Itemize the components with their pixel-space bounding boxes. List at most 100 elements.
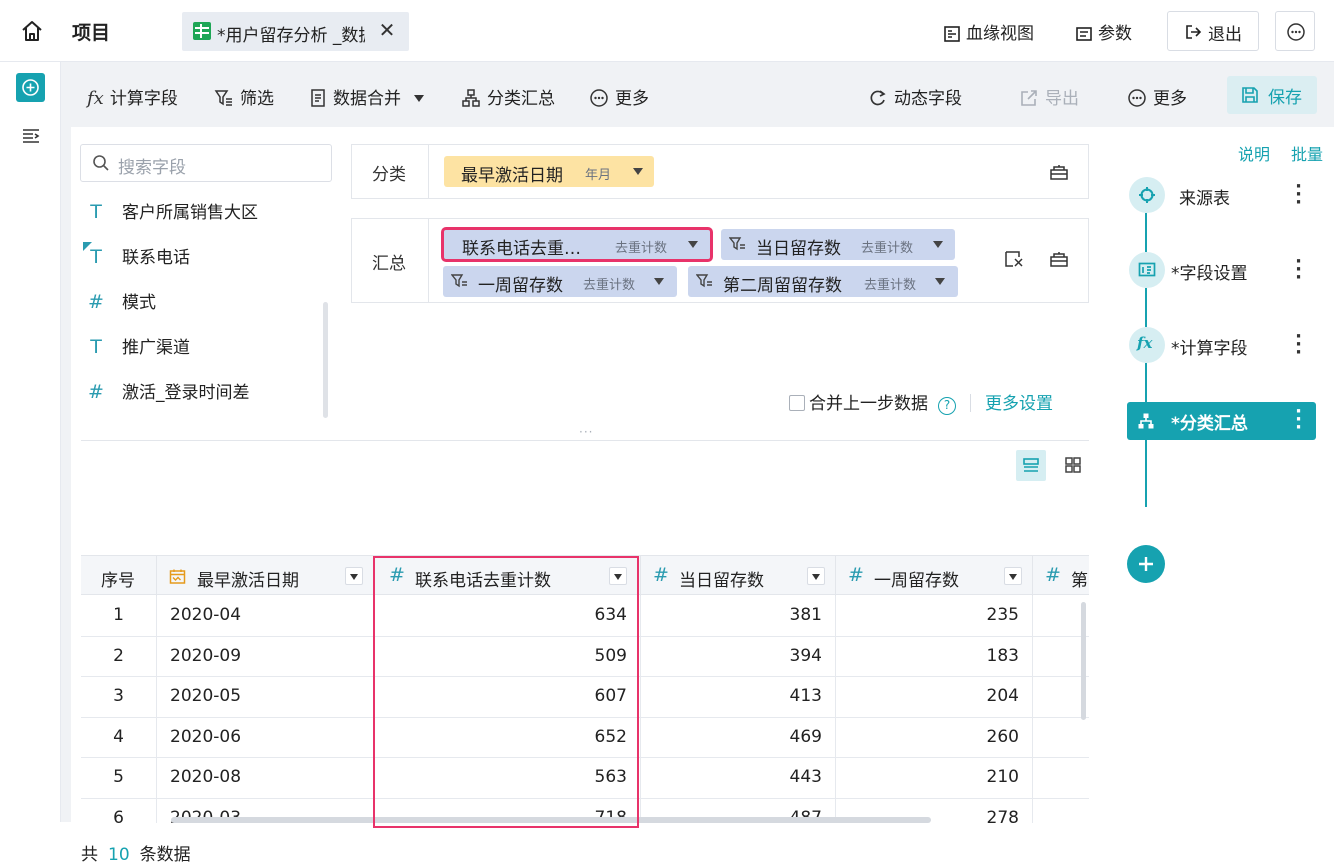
cell-phone-distinct[interactable]: 509 bbox=[375, 636, 641, 677]
table-row[interactable]: 5 2020-08 563 443 210 bbox=[81, 758, 1089, 799]
column-menu-button[interactable] bbox=[609, 567, 627, 585]
help-icon[interactable]: ? bbox=[938, 397, 956, 415]
column-menu-button[interactable] bbox=[807, 567, 825, 585]
cell-phone-distinct[interactable]: 634 bbox=[375, 596, 641, 636]
lineage-view-button[interactable]: 血缘视图 bbox=[943, 19, 1034, 44]
close-icon[interactable]: ✕ bbox=[375, 18, 399, 42]
add-step-button[interactable] bbox=[1127, 545, 1165, 583]
cell-date[interactable]: 2020-08 bbox=[157, 758, 375, 798]
column-header-week2[interactable]: # 第 bbox=[1033, 556, 1089, 596]
cell-week2[interactable] bbox=[1033, 758, 1089, 798]
more-menu-button[interactable] bbox=[1275, 11, 1315, 51]
kebab-menu-icon[interactable]: · · · bbox=[1295, 253, 1302, 287]
category-chip[interactable]: 最早激活日期 年月 bbox=[444, 156, 654, 187]
kebab-menu-icon[interactable]: · · · bbox=[1295, 328, 1302, 362]
step-group-summary[interactable]: *分类汇总 · · · bbox=[1127, 402, 1316, 440]
clear-fields-icon[interactable] bbox=[1049, 162, 1069, 182]
caret-down-icon[interactable] bbox=[935, 278, 945, 285]
calc-field-button[interactable]: fx 计算字段 bbox=[87, 84, 178, 109]
cell-index[interactable]: 2 bbox=[81, 636, 157, 677]
cell-index[interactable]: 3 bbox=[81, 677, 157, 717]
caret-down-icon[interactable] bbox=[933, 241, 943, 248]
merge-data-button[interactable]: 数据合并 bbox=[309, 84, 425, 109]
cell-index[interactable]: 4 bbox=[81, 717, 157, 758]
column-header-phone-distinct[interactable]: # 联系电话去重计数 bbox=[375, 556, 641, 596]
cell-week-retention[interactable]: 235 bbox=[836, 596, 1033, 636]
column-menu-button[interactable] bbox=[345, 567, 363, 585]
cell-week-retention[interactable]: 260 bbox=[836, 717, 1033, 758]
merge-previous-checkbox[interactable] bbox=[789, 395, 805, 411]
step-calc-field[interactable]: fx *计算字段 · · · bbox=[1129, 327, 1316, 363]
export-button[interactable]: 导出 bbox=[1019, 84, 1079, 109]
table-row[interactable]: 1 2020-04 634 381 235 bbox=[81, 596, 1089, 637]
cell-week-retention[interactable]: 210 bbox=[836, 758, 1033, 798]
grid-view-icon[interactable] bbox=[1064, 456, 1082, 474]
cell-day-retention[interactable]: 443 bbox=[641, 758, 836, 798]
table-row[interactable]: 4 2020-06 652 469 260 bbox=[81, 717, 1089, 758]
project-title[interactable]: 项目 bbox=[72, 18, 110, 45]
cell-index[interactable]: 1 bbox=[81, 596, 157, 636]
field-item[interactable]: T 联系电话 bbox=[85, 243, 190, 268]
field-list-scrollbar[interactable] bbox=[323, 302, 328, 418]
cell-date[interactable]: 2020-09 bbox=[157, 636, 375, 677]
column-header-date[interactable]: 最早激活日期 bbox=[157, 556, 375, 596]
table-row[interactable]: 2 2020-09 509 394 183 bbox=[81, 636, 1089, 677]
tab-user-retention[interactable]: *用户留存分析 _数据 ✕ bbox=[182, 12, 409, 51]
caret-down-icon[interactable] bbox=[633, 168, 643, 175]
cell-day-retention[interactable]: 394 bbox=[641, 636, 836, 677]
home-icon[interactable] bbox=[20, 19, 44, 43]
cell-index[interactable]: 6 bbox=[81, 798, 157, 823]
caret-down-icon[interactable] bbox=[688, 241, 698, 248]
clear-fields-icon[interactable] bbox=[1049, 249, 1069, 269]
explain-link[interactable]: 说明 bbox=[1238, 141, 1270, 165]
column-menu-button[interactable] bbox=[1004, 567, 1022, 585]
cell-date[interactable]: 2020-05 bbox=[157, 677, 375, 717]
column-header-week-retention[interactable]: # 一周留存数 bbox=[836, 556, 1033, 596]
field-item[interactable]: T 推广渠道 bbox=[85, 333, 190, 358]
cell-index[interactable]: 5 bbox=[81, 758, 157, 798]
field-search-input[interactable]: 搜索字段 bbox=[80, 144, 332, 182]
cell-week2[interactable] bbox=[1033, 799, 1089, 824]
field-item[interactable]: T 客户所属销售大区 bbox=[85, 198, 258, 223]
clear-filter-icon[interactable] bbox=[1004, 249, 1024, 269]
column-header-day-retention[interactable]: # 当日留存数 bbox=[641, 556, 836, 596]
more-button[interactable]: 更多 bbox=[1127, 84, 1187, 109]
save-button[interactable]: 保存 bbox=[1227, 76, 1317, 114]
step-field-settings[interactable]: *字段设置 · · · bbox=[1129, 252, 1316, 288]
step-source-table[interactable]: 来源表 · · · bbox=[1129, 177, 1316, 213]
cell-week-retention[interactable]: 204 bbox=[836, 677, 1033, 717]
caret-down-icon[interactable] bbox=[654, 278, 664, 285]
group-summary-button[interactable]: 分类汇总 bbox=[461, 84, 555, 109]
cell-day-retention[interactable]: 413 bbox=[641, 677, 836, 717]
cell-phone-distinct[interactable]: 652 bbox=[375, 717, 641, 758]
cell-date[interactable]: 2020-04 bbox=[157, 596, 375, 636]
cell-date[interactable]: 2020-06 bbox=[157, 717, 375, 758]
params-button[interactable]: 参数 bbox=[1075, 19, 1132, 44]
drag-handle-icon[interactable]: ··· bbox=[579, 425, 593, 439]
summary-chip-phone-distinct[interactable]: 联系电话去重… 去重计数 bbox=[441, 227, 713, 262]
cell-week2[interactable] bbox=[1033, 718, 1089, 758]
cell-phone-distinct[interactable]: 563 bbox=[375, 758, 641, 798]
table-view-toggle[interactable] bbox=[1016, 450, 1046, 481]
table-row[interactable]: 3 2020-05 607 413 204 bbox=[81, 677, 1089, 718]
summary-chip-week-retention[interactable]: 一周留存数 去重计数 bbox=[443, 266, 677, 297]
kebab-menu-icon[interactable]: · · · bbox=[1295, 178, 1302, 212]
add-dataset-button[interactable] bbox=[16, 73, 45, 102]
field-item[interactable]: # 激活_登录时间差 bbox=[85, 378, 249, 403]
outline-toggle-icon[interactable] bbox=[22, 128, 40, 144]
dynamic-field-button[interactable]: 动态字段 bbox=[868, 84, 962, 109]
filter-button[interactable]: 筛选 bbox=[214, 84, 274, 109]
splitter[interactable] bbox=[81, 440, 1089, 441]
vertical-scrollbar[interactable] bbox=[1081, 602, 1086, 720]
summary-chip-day-retention[interactable]: 当日留存数 去重计数 bbox=[721, 229, 955, 260]
cell-week-retention[interactable]: 183 bbox=[836, 636, 1033, 677]
summary-chip-week2-retention[interactable]: 第二周留留存数 去重计数 bbox=[688, 266, 958, 297]
batch-link[interactable]: 批量 bbox=[1291, 141, 1323, 165]
kebab-menu-icon[interactable]: · · · bbox=[1295, 403, 1302, 437]
field-item[interactable]: # 模式 bbox=[85, 288, 156, 313]
cell-day-retention[interactable]: 381 bbox=[641, 596, 836, 636]
more-settings-link[interactable]: 更多设置 bbox=[985, 394, 1053, 414]
horizontal-scrollbar[interactable] bbox=[171, 817, 931, 823]
exit-button[interactable]: 退出 bbox=[1167, 11, 1259, 51]
cell-day-retention[interactable]: 469 bbox=[641, 717, 836, 758]
